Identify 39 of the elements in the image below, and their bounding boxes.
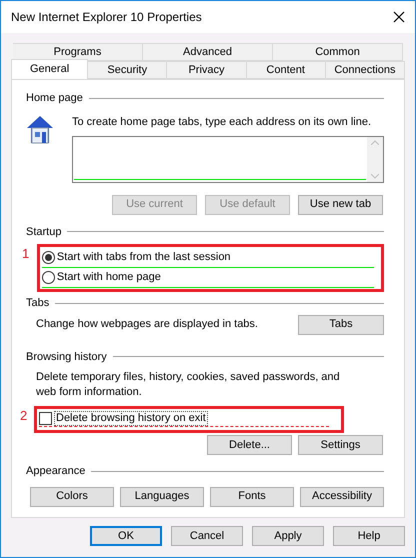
button[interactable]: Tabs <box>298 314 384 334</box>
button[interactable]: Colors <box>30 486 114 506</box>
button[interactable]: Fonts <box>210 486 294 506</box>
group-label: Home page <box>26 91 83 106</box>
button[interactable]: Use new tab <box>298 194 383 214</box>
button[interactable]: Cancel <box>171 526 243 546</box>
checkbox-label[interactable]: Delete browsing history on exit <box>54 411 208 426</box>
tab[interactable]: Content <box>246 61 326 79</box>
radio-label[interactable]: Start with home page <box>56 269 161 286</box>
annotation-number: 2 <box>20 409 28 422</box>
button[interactable]: Apply <box>252 526 324 546</box>
tab[interactable]: Programs <box>13 43 143 61</box>
radio-button[interactable] <box>42 271 55 284</box>
tab[interactable]: Connections <box>326 61 406 79</box>
button[interactable]: Help <box>333 526 405 546</box>
window-title: New Internet Explorer 10 Properties <box>11 9 202 26</box>
button[interactable]: OK <box>90 526 162 546</box>
button[interactable]: Languages <box>120 486 204 506</box>
tab[interactable]: General <box>11 59 88 79</box>
group-label: Appearance <box>26 464 86 479</box>
tab[interactable]: Security <box>88 61 168 79</box>
button[interactable]: Accessibility <box>300 486 384 506</box>
group-label: Tabs <box>26 296 50 311</box>
group-label: Startup <box>26 224 62 240</box>
radio-label[interactable]: Start with tabs from the last session <box>56 249 231 266</box>
description-text: Delete temporary files, history, cookies, saved passwords, and web form information. <box>35 370 341 400</box>
instruction-text: To create home page tabs, type each address on its own line. <box>72 114 372 128</box>
tab[interactable]: Privacy <box>167 61 247 79</box>
close-icon[interactable] <box>393 11 405 23</box>
checkbox[interactable] <box>39 412 52 425</box>
tab[interactable]: Advanced <box>143 43 273 61</box>
button[interactable]: Delete... <box>207 435 292 455</box>
annotation-number: 1 <box>22 247 30 260</box>
tab[interactable]: Common <box>273 43 403 61</box>
group-label: Browsing history <box>26 350 107 364</box>
radio-button[interactable] <box>42 251 55 264</box>
house-icon <box>26 114 54 144</box>
description-text: Change how webpages are displayed in tabs. <box>36 317 258 332</box>
button[interactable]: Settings <box>298 435 383 455</box>
